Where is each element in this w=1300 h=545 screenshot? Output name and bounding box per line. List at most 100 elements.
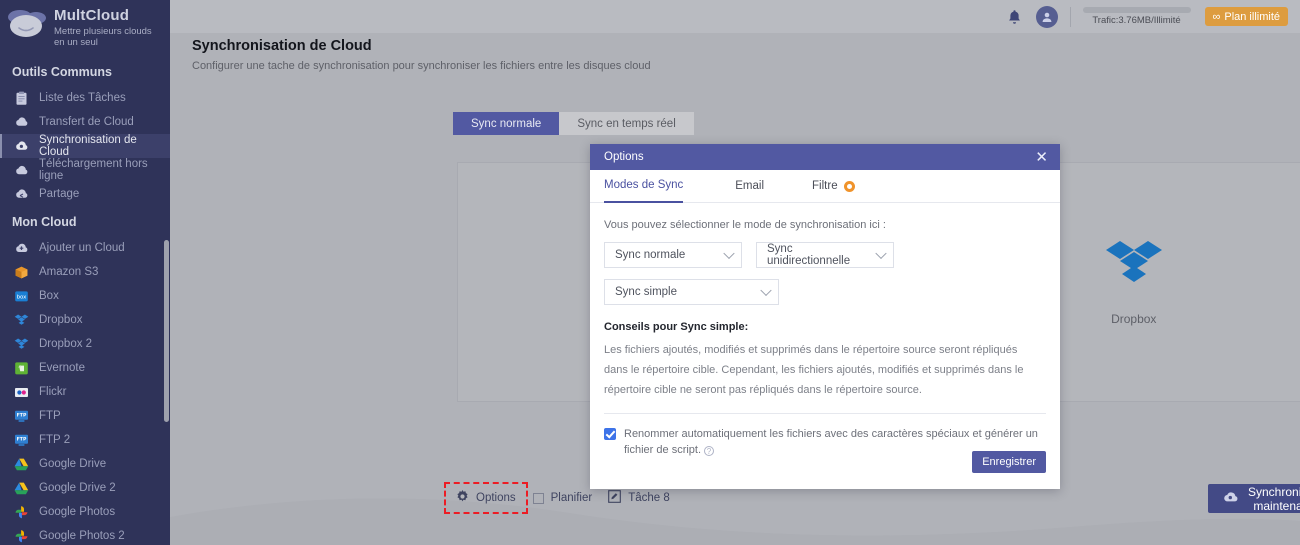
modal-tab-filtre[interactable]: Filtre [812, 170, 855, 203]
brand-name: MultCloud [54, 7, 130, 24]
plan-button[interactable]: ∞ Plan illimité [1204, 7, 1288, 26]
evernote-icon [14, 361, 29, 376]
sidebar-item-label: Partage [39, 188, 80, 200]
sidebar-item-ajouter-un-cloud[interactable]: Ajouter un Cloud [0, 236, 170, 260]
workspace-target-name: Dropbox [1111, 311, 1157, 326]
sidebar-item-label: Google Photos 2 [39, 530, 125, 542]
cloud-logo-icon [6, 6, 48, 40]
cloud-share-icon [14, 187, 29, 202]
topbar-divider [1069, 6, 1071, 27]
segmented-tab-1[interactable]: Sync en temps réel [559, 112, 694, 135]
sidebar-item-label: Transfert de Cloud [39, 116, 134, 128]
sidebar-item-evernote[interactable]: Evernote [0, 356, 170, 380]
traffic-bar [1082, 7, 1191, 13]
app-root: MultCloud Mettre plusieurs clouds en un … [0, 0, 1300, 545]
sidebar-scrollbar[interactable] [164, 240, 169, 422]
sidebar-section-title: Mon Cloud [12, 215, 77, 229]
tips-body: Les fichiers ajoutés, modifiés et suppri… [604, 344, 1024, 396]
sidebar-item-google-photos[interactable]: Google Photos [0, 500, 170, 524]
sync-mode-tabs: Sync normale Sync en temps réel [453, 112, 694, 135]
sidebar-item-dropbox[interactable]: Dropbox [0, 308, 170, 332]
sidebar-item-amazon-s3[interactable]: Amazon S3 [0, 260, 170, 284]
sidebar-item-t-l-chargement-hors-ligne[interactable]: Téléchargement hors ligne [0, 158, 170, 182]
sidebar-item-label: Ajouter un Cloud [39, 242, 125, 254]
cloud-sync-icon [1222, 491, 1239, 507]
user-avatar-icon[interactable] [1035, 5, 1058, 28]
sidebar-item-label: Box [39, 290, 59, 302]
sidebar-section-title: Outils Communs [12, 65, 113, 79]
sync-mode-select[interactable]: Sync normale [604, 242, 742, 268]
google-drive-icon [14, 481, 29, 496]
sidebar-item-label: Dropbox [39, 314, 83, 326]
traffic-meter: Trafic:3.76MB/Illimité [1082, 7, 1191, 26]
options-label: Options [476, 492, 516, 504]
modal-header: Options ✕ [590, 144, 1060, 170]
schedule-label: Planifier [550, 492, 593, 504]
modal-footer: Enregistrer [590, 443, 1060, 489]
modal-tab-label: Email [735, 179, 765, 192]
traffic-label: Trafic:3.76MB/Illimité [1092, 15, 1181, 26]
options-modal: Options ✕ Modes de Sync Email Filtre Vous … [590, 144, 1060, 489]
sync-direction-value: Sync unidirectionnelle [767, 243, 851, 267]
google-photos-icon [14, 529, 29, 544]
google-photos-icon [14, 505, 29, 520]
infinity-icon: ∞ [1212, 10, 1221, 23]
sync-mode-value: Sync normale [615, 249, 686, 261]
checkbox-empty-icon[interactable] [532, 492, 544, 504]
sync-variant-value: Sync simple [615, 286, 677, 298]
close-icon[interactable]: ✕ [1035, 150, 1048, 165]
modal-tab-email[interactable]: Email [735, 170, 764, 203]
rename-checkbox[interactable] [604, 428, 616, 440]
options-button[interactable]: Options [444, 482, 528, 514]
sidebar-item-label: FTP 2 [39, 434, 71, 446]
gear-icon [456, 490, 469, 506]
sidebar-item-ftp[interactable]: FTP FTP [0, 404, 170, 428]
sidebar-item-flickr[interactable]: Flickr [0, 380, 170, 404]
page-title: Synchronisation de Cloud [192, 38, 372, 54]
schedule-toggle[interactable]: Planifier [525, 488, 601, 508]
sidebar-item-google-drive[interactable]: Google Drive [0, 452, 170, 476]
sidebar-item-google-drive-2[interactable]: Google Drive 2 [0, 476, 170, 500]
modal-title: Options [604, 151, 644, 163]
sidebar-item-google-photos-2[interactable]: Google Photos 2 [0, 524, 170, 545]
tips-title: Conseils pour Sync simple: [604, 321, 749, 333]
save-button[interactable]: Enregistrer [972, 451, 1046, 473]
page-subtitle: Configurer une tache de synchronisation … [192, 60, 651, 72]
sidebar-item-label: Téléchargement hors ligne [39, 158, 148, 182]
task-name-field[interactable]: Tâche 8 [600, 486, 678, 510]
cloud-transfer-icon [14, 115, 29, 130]
modal-tab-modes-de-sync[interactable]: Modes de Sync [604, 170, 684, 203]
flickr-icon [14, 385, 29, 400]
google-drive-icon [14, 457, 29, 472]
sidebar-item-label: Liste des Tâches [39, 92, 126, 104]
sync-now-button[interactable]: Synchroniser maintenant [1208, 484, 1300, 513]
dropbox-icon [14, 313, 29, 328]
brand[interactable]: MultCloud Mettre plusieurs clouds en un … [0, 0, 170, 56]
topbar: Trafic:3.76MB/Illimité ∞ Plan illimité [170, 0, 1300, 33]
segmented-tab-0[interactable]: Sync normale [453, 112, 560, 135]
cloud-add-icon [14, 241, 29, 256]
sidebar-item-label: Flickr [39, 386, 67, 398]
bell-icon[interactable] [1002, 4, 1028, 30]
sidebar-item-dropbox-2[interactable]: Dropbox 2 [0, 332, 170, 356]
chevron-down-icon [760, 284, 772, 297]
svg-text:box: box [17, 294, 28, 300]
sidebar-item-box[interactable]: box Box [0, 284, 170, 308]
plan-label: Plan illimité [1224, 10, 1280, 23]
page-header: Synchronisation de Cloud Configurer une … [192, 38, 651, 72]
sync-direction-select[interactable]: Sync unidirectionnelle [756, 242, 894, 268]
sidebar-item-liste-des-t-ches[interactable]: Liste des Tâches [0, 86, 170, 110]
sidebar-item-partage[interactable]: Partage [0, 182, 170, 206]
sidebar-nav: Outils Communs Liste des Tâches Transfert … [0, 56, 170, 545]
mode-hint: Vous pouvez sélectionner le mode de sync… [604, 219, 886, 231]
premium-badge-icon [843, 180, 855, 192]
amazon-s3-icon [14, 265, 29, 280]
sidebar-item-synchronisation-de-cloud[interactable]: Synchronisation de Cloud [0, 134, 170, 158]
svg-text:FTP: FTP [17, 412, 27, 418]
sync-variant-select[interactable]: Sync simple [604, 279, 779, 305]
sidebar-item-transfert-de-cloud[interactable]: Transfert de Cloud [0, 110, 170, 134]
clipboard-icon [14, 91, 29, 106]
select-row-2: Sync simple [604, 279, 1046, 305]
sidebar-item-ftp-2[interactable]: FTP FTP 2 [0, 428, 170, 452]
modal-tab-label: Filtre [812, 179, 838, 192]
